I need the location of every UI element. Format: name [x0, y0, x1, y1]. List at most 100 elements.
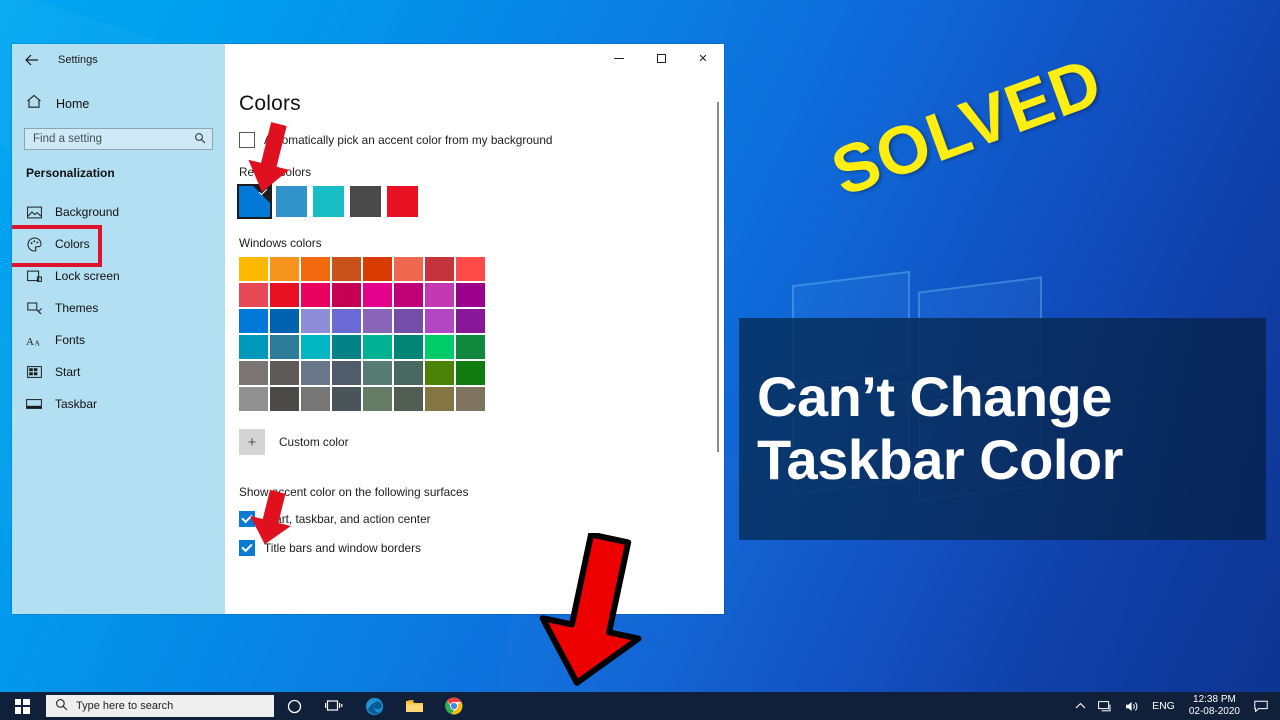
windows-color-swatch[interactable]	[239, 387, 268, 411]
volume-icon[interactable]	[1119, 692, 1146, 720]
windows-color-swatch[interactable]	[363, 361, 392, 385]
plus-icon[interactable]: +	[239, 429, 265, 455]
windows-color-swatch[interactable]	[239, 361, 268, 385]
windows-color-swatch[interactable]	[394, 387, 423, 411]
windows-color-swatch[interactable]	[332, 387, 361, 411]
task-view-icon[interactable]	[314, 692, 354, 720]
windows-color-swatch[interactable]	[301, 387, 330, 411]
windows-color-swatch[interactable]	[456, 387, 485, 411]
recent-color-swatch[interactable]	[350, 186, 381, 217]
windows-color-swatch[interactable]	[301, 361, 330, 385]
windows-color-swatch[interactable]	[332, 335, 361, 359]
windows-color-swatch[interactable]	[239, 309, 268, 333]
surface-option-title-bars-row[interactable]: Title bars and window borders	[239, 540, 724, 556]
network-icon[interactable]	[1092, 692, 1119, 720]
windows-color-swatch[interactable]	[456, 309, 485, 333]
chrome-icon[interactable]	[434, 692, 474, 720]
back-arrow-icon[interactable]	[24, 52, 40, 68]
windows-color-swatch[interactable]	[456, 283, 485, 307]
windows-color-swatch[interactable]	[270, 283, 299, 307]
recent-colors-label: Recent colors	[239, 165, 312, 179]
system-tray: ENG 12:38 PM 02-08-2020	[1069, 692, 1280, 720]
windows-color-swatch[interactable]	[301, 283, 330, 307]
windows-color-swatch[interactable]	[425, 257, 454, 281]
windows-color-swatch[interactable]	[270, 387, 299, 411]
file-explorer-icon[interactable]	[394, 692, 434, 720]
search-input[interactable]	[33, 129, 190, 149]
maximize-button[interactable]	[640, 44, 682, 72]
windows-color-swatch[interactable]	[332, 309, 361, 333]
sidebar-item-background[interactable]: Background	[12, 196, 225, 228]
sidebar-item-start[interactable]: Start	[12, 356, 225, 388]
action-center-icon[interactable]	[1248, 692, 1274, 720]
sidebar-item-label: Taskbar	[55, 397, 98, 411]
windows-color-swatch[interactable]	[270, 335, 299, 359]
windows-color-swatch[interactable]	[270, 361, 299, 385]
windows-color-swatch[interactable]	[363, 335, 392, 359]
title-banner: Can’t Change Taskbar Color	[739, 318, 1266, 540]
windows-color-swatch[interactable]	[363, 387, 392, 411]
windows-color-swatch[interactable]	[456, 361, 485, 385]
windows-color-swatch[interactable]	[363, 309, 392, 333]
windows-color-swatch[interactable]	[456, 335, 485, 359]
custom-color-row[interactable]: + Custom color	[239, 429, 724, 455]
arrow-taskbar	[539, 531, 651, 696]
svg-text:A: A	[26, 336, 34, 347]
windows-color-swatch[interactable]	[332, 257, 361, 281]
windows-color-swatch[interactable]	[301, 335, 330, 359]
sidebar-item-lock-screen[interactable]: Lock screen	[12, 260, 225, 292]
find-a-setting-box[interactable]	[24, 128, 213, 150]
sidebar-item-themes[interactable]: Themes	[12, 292, 225, 324]
auto-accent-label: Automatically pick an accent color from …	[264, 133, 553, 147]
windows-color-swatch[interactable]	[239, 335, 268, 359]
taskbar-search-box[interactable]: Type here to search	[46, 695, 274, 717]
edge-icon[interactable]	[354, 692, 394, 720]
close-button[interactable]: ✕	[682, 44, 724, 72]
page-title: Colors	[239, 92, 301, 115]
windows-color-swatch[interactable]	[394, 283, 423, 307]
windows-color-swatch[interactable]	[425, 309, 454, 333]
windows-color-swatch[interactable]	[270, 309, 299, 333]
windows-color-swatch[interactable]	[332, 361, 361, 385]
sidebar-item-taskbar[interactable]: Taskbar	[12, 388, 225, 420]
tray-language-label[interactable]: ENG	[1146, 692, 1181, 720]
windows-color-swatch[interactable]	[363, 257, 392, 281]
windows-start-icon[interactable]	[0, 692, 44, 720]
minimize-button[interactable]	[598, 44, 640, 72]
sidebar-section-title: Personalization	[26, 166, 115, 180]
sidebar-item-home[interactable]: Home	[12, 90, 225, 118]
banner-line-2: Taskbar Color	[757, 428, 1123, 491]
sidebar-item-colors[interactable]: Colors	[12, 225, 225, 267]
windows-color-swatch[interactable]	[301, 309, 330, 333]
search-icon	[194, 132, 206, 147]
windows-color-swatch[interactable]	[425, 335, 454, 359]
recent-color-swatch[interactable]	[387, 186, 418, 217]
windows-color-swatch[interactable]	[425, 283, 454, 307]
sidebar-item-label: Lock screen	[55, 269, 120, 283]
windows-color-swatch[interactable]	[425, 361, 454, 385]
auto-accent-checkbox-row[interactable]: Automatically pick an accent color from …	[239, 132, 724, 148]
recent-color-swatch[interactable]	[313, 186, 344, 217]
windows-color-swatch[interactable]	[394, 257, 423, 281]
windows-color-swatch[interactable]	[301, 257, 330, 281]
windows-color-swatch[interactable]	[394, 361, 423, 385]
surfaces-label: Show accent color on the following surfa…	[239, 485, 469, 499]
tray-clock[interactable]: 12:38 PM 02-08-2020	[1181, 692, 1248, 720]
windows-color-swatch[interactable]	[239, 257, 268, 281]
windows-color-swatch[interactable]	[332, 283, 361, 307]
tray-chevron-up-icon[interactable]	[1069, 692, 1092, 720]
recent-colors-row	[237, 184, 724, 219]
windows-color-swatch[interactable]	[363, 283, 392, 307]
windows-color-swatch[interactable]	[394, 309, 423, 333]
windows-color-swatch[interactable]	[394, 335, 423, 359]
windows-color-swatch[interactable]	[425, 387, 454, 411]
windows-color-swatch[interactable]	[239, 283, 268, 307]
windows-color-swatch[interactable]	[456, 257, 485, 281]
cortana-icon[interactable]	[274, 692, 314, 720]
tray-time: 12:38 PM	[1193, 693, 1236, 705]
banner-line-1: Can’t Change	[757, 365, 1112, 429]
surface-option-start-taskbar-row[interactable]: Start, taskbar, and action center	[239, 511, 724, 527]
windows-color-swatch[interactable]	[270, 257, 299, 281]
sidebar-item-fonts[interactable]: A A Fonts	[12, 324, 225, 356]
windows-colors-label: Windows colors	[239, 236, 322, 250]
